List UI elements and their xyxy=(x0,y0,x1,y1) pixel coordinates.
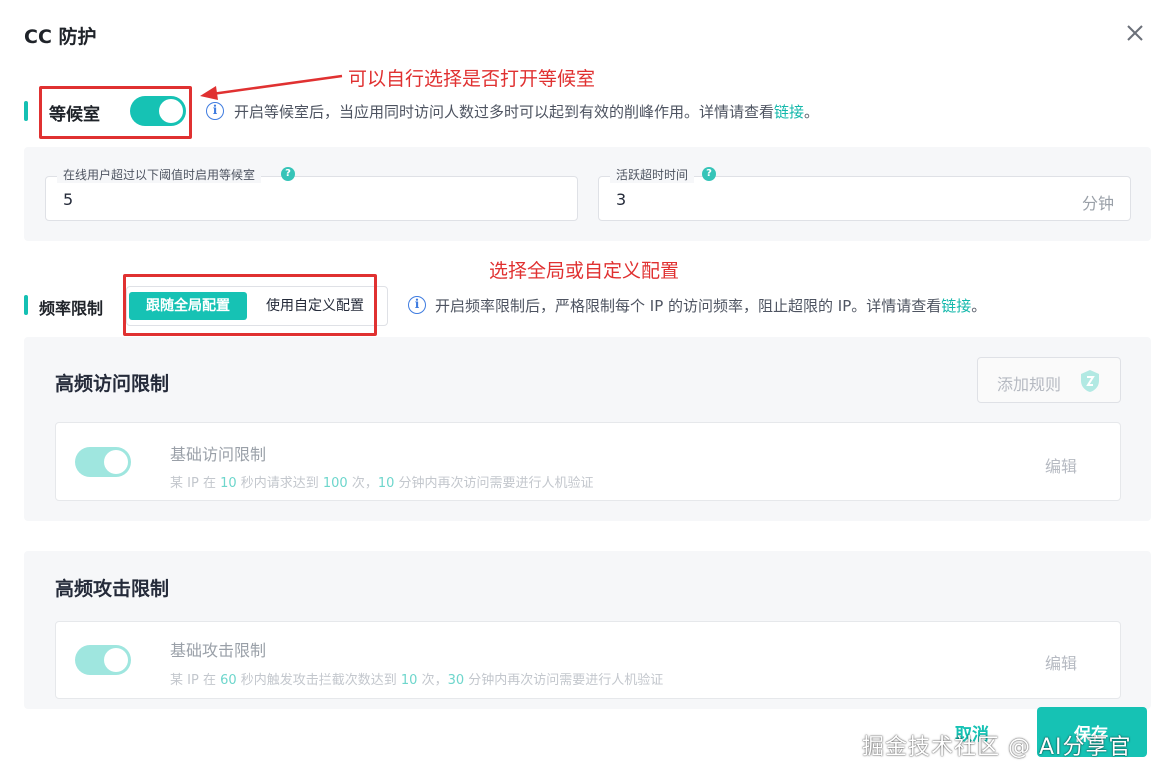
toggle-knob xyxy=(159,99,183,123)
high-freq-access-title: 高频访问限制 xyxy=(55,373,170,395)
dialog-title: CC 防护 xyxy=(24,26,97,48)
shield-icon xyxy=(1081,370,1099,392)
annotation-highlight-box xyxy=(123,274,377,336)
basic-attack-rule-title: 基础攻击限制 xyxy=(170,641,267,660)
watermark: 掘金技术社区 @ AI分享官 xyxy=(862,735,1132,760)
rate-limit-description: 开启频率限制后，严格限制每个 IP 的访问频率，阻止超限的 IP。详情请查看链接… xyxy=(435,297,987,315)
threshold-label: 在线用户超过以下阈值时启用等候室 xyxy=(57,166,262,183)
high-freq-attack-title: 高频攻击限制 xyxy=(55,578,170,600)
rate-limit-label: 频率限制 xyxy=(39,299,104,318)
waiting-room-label: 等候室 xyxy=(49,105,100,125)
basic-attack-rule-card: 基础攻击限制 某 IP 在 60 秒内触发攻击拦截次数达到 10 次，30 分钟… xyxy=(55,621,1121,699)
waiting-room-description: 开启等候室后，当应用同时访问人数过多时可以起到有效的削峰作用。详情请查看链接。 xyxy=(234,103,820,121)
waiting-room-annotation: 可以自行选择是否打开等候室 xyxy=(348,68,596,90)
toggle-knob xyxy=(104,648,128,672)
waiting-room-link[interactable]: 链接 xyxy=(774,103,804,121)
basic-access-rule-card: 基础访问限制 某 IP 在 10 秒内请求达到 100 次，10 分钟内再次访问… xyxy=(55,422,1121,501)
basic-access-rule-description: 某 IP 在 10 秒内请求达到 100 次，10 分钟内再次访问需要进行人机验… xyxy=(170,476,594,491)
timeout-value: 3 xyxy=(616,190,627,209)
info-icon xyxy=(206,102,224,120)
basic-access-rule-title: 基础访问限制 xyxy=(170,445,267,464)
basic-attack-rule-toggle[interactable] xyxy=(75,645,131,675)
threshold-value: 5 xyxy=(63,190,74,209)
help-icon xyxy=(702,167,716,181)
toggle-knob xyxy=(104,450,128,474)
timeout-label: 活跃超时时间 xyxy=(610,166,695,183)
rate-limit-link[interactable]: 链接 xyxy=(941,297,971,315)
add-rule-button[interactable]: 添加规则 xyxy=(977,357,1121,403)
info-icon xyxy=(408,296,426,314)
edit-basic-access-rule[interactable]: 编辑 xyxy=(1045,453,1077,477)
close-icon[interactable] xyxy=(1124,22,1146,44)
add-rule-label: 添加规则 xyxy=(997,375,1062,394)
timeout-unit: 分钟 xyxy=(1081,194,1114,213)
basic-attack-rule-description: 某 IP 在 60 秒内触发攻击拦截次数达到 10 次，30 分钟内再次访问需要… xyxy=(170,673,664,688)
waiting-room-toggle[interactable] xyxy=(130,96,186,126)
help-icon xyxy=(281,167,295,181)
annotation-arrow-icon xyxy=(200,74,343,100)
section-bar xyxy=(24,295,28,315)
basic-access-rule-toggle[interactable] xyxy=(75,447,131,477)
rate-limit-annotation: 选择全局或自定义配置 xyxy=(489,260,680,282)
edit-basic-attack-rule[interactable]: 编辑 xyxy=(1045,650,1077,674)
section-bar xyxy=(24,101,28,121)
